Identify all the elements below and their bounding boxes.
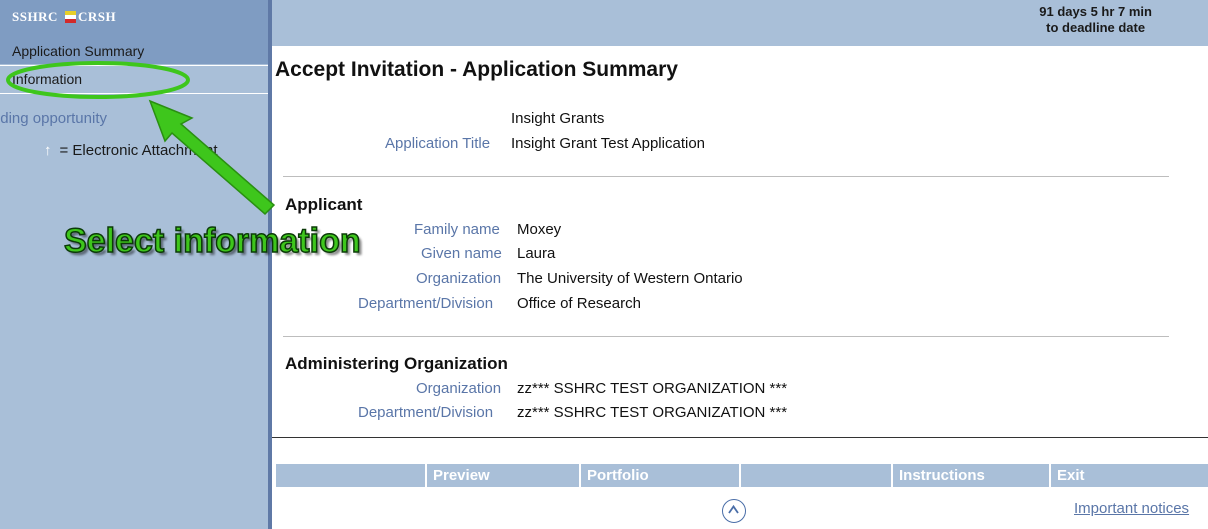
given-name-label: Given name	[421, 245, 502, 262]
funding-opportunity-row: Funding opportunity Insight Grants	[0, 110, 800, 130]
application-title-row: Application Title Insight Grant Test App…	[0, 135, 800, 155]
sidebar-item-information[interactable]: Information	[0, 66, 268, 92]
admin-organization-value: zz*** SSHRC TEST ORGANIZATION ***	[517, 380, 788, 397]
administering-organization-heading: Administering Organization	[285, 354, 508, 373]
deadline-line-2: to deadline date	[1046, 20, 1146, 35]
flag-icon	[65, 11, 76, 23]
admin-department-value: zz*** SSHRC TEST ORGANIZATION ***	[517, 404, 788, 421]
important-notices-link[interactable]: Important notices	[1074, 500, 1189, 517]
sidebar-item-label: Application Summary	[12, 43, 145, 59]
funding-opportunity-label: Funding opportunity	[0, 110, 107, 127]
annotation-label: Select information	[63, 221, 361, 261]
organization-value: The University of Western Ontario	[517, 270, 743, 287]
deadline-line-1: 91 days 5 hr 7 min	[1039, 4, 1152, 19]
page-title: Accept Invitation - Application Summary	[275, 58, 678, 81]
applicant-heading: Applicant	[285, 195, 363, 214]
admin-organization-label: Organization	[416, 380, 502, 397]
admin-department-row: Department/Division zz*** SSHRC TEST ORG…	[0, 404, 900, 424]
section-divider	[283, 336, 1169, 337]
logo-right-text: CRSH	[78, 9, 117, 24]
department-label: Department/Division	[358, 295, 494, 312]
department-row: Department/Division Office of Research	[0, 295, 800, 315]
organization-row: Organization The University of Western O…	[0, 270, 800, 290]
deadline-countdown: 91 days 5 hr 7 min to deadline date	[1039, 4, 1152, 36]
circle-up-arrow-icon[interactable]	[722, 499, 746, 523]
instructions-button[interactable]: Instructions	[893, 464, 1049, 487]
given-name-value: Laura	[517, 245, 556, 262]
family-name-label: Family name	[414, 221, 500, 238]
organization-label: Organization	[416, 270, 502, 287]
exit-button[interactable]: Exit	[1051, 464, 1208, 487]
application-title-value: Insight Grant Test Application	[511, 135, 706, 152]
section-divider	[283, 176, 1169, 177]
family-name-value: Moxey	[517, 221, 562, 238]
admin-department-label: Department/Division	[358, 404, 494, 421]
application-title-label: Application Title	[385, 135, 491, 152]
top-bar: 91 days 5 hr 7 min to deadline date	[272, 0, 1208, 46]
preview-button[interactable]: Preview	[427, 464, 579, 487]
funding-opportunity-value: Insight Grants	[511, 110, 605, 127]
footer-separator	[739, 464, 741, 487]
sidebar-separator	[0, 93, 268, 94]
logo-left-text: SSHRC	[12, 9, 58, 24]
department-value: Office of Research	[517, 295, 641, 312]
portfolio-button[interactable]: Portfolio	[581, 464, 739, 487]
admin-organization-row: Organization zz*** SSHRC TEST ORGANIZATI…	[0, 380, 900, 400]
sidebar-item-application-summary[interactable]: Application Summary	[0, 38, 268, 64]
content-bottom-border	[272, 437, 1208, 438]
sshrc-crsh-logo: SSHRC CRSH	[0, 0, 268, 38]
footer-nav-bar: Preview Portfolio Instructions Exit	[276, 464, 1208, 487]
sidebar-item-label: Information	[12, 71, 83, 87]
